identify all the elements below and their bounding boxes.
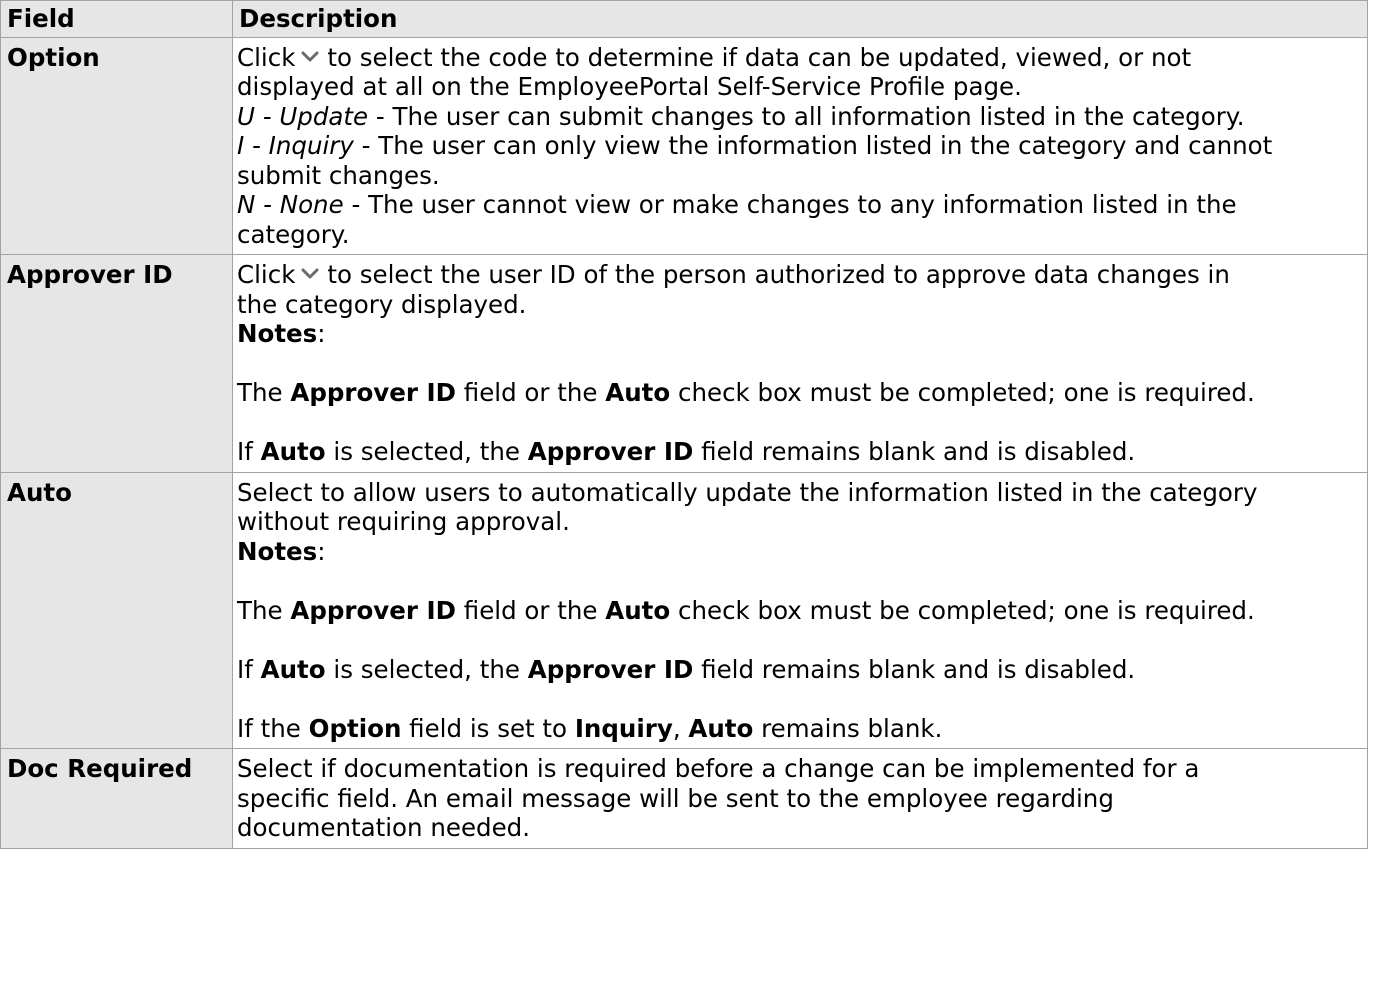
req-mid: field or the: [455, 378, 606, 407]
description-option: Click to select the code to determine if …: [232, 36, 1368, 255]
blank-if: If: [237, 437, 261, 466]
req-the: The: [237, 378, 291, 407]
doc-line1: Select if documentation is required befo…: [237, 754, 1200, 783]
description-approver-id: Click to select the user ID of the person…: [232, 254, 1368, 473]
description-auto: Select to allow users to automatically u…: [232, 471, 1368, 749]
approver-line1: to select the user ID of the person auth…: [327, 260, 1230, 289]
approver-line2: the category displayed.: [237, 289, 527, 319]
req-approver-id: Approver ID: [290, 595, 456, 625]
inquiry-end: remains blank.: [753, 713, 943, 743]
option-update-text: - The user can submit changes to all inf…: [368, 101, 1245, 131]
option-code-update: U - Update: [237, 101, 369, 131]
req-end: check box must be completed; one is requ…: [670, 595, 1255, 625]
notes-label: Notes: [237, 536, 318, 566]
inquiry-auto: Auto: [688, 713, 754, 743]
field-name-approver-id: Approver ID: [0, 254, 233, 473]
table-row: Auto Select to allow users to automatica…: [0, 471, 1368, 749]
field-name-option: Option: [0, 36, 233, 255]
blank-mid: is selected, the: [325, 654, 528, 684]
option-line1: to select the code to determine if data …: [327, 42, 1192, 72]
doc-line2: specific field. An email message will be…: [237, 783, 1114, 813]
notes-colon: :: [317, 536, 326, 566]
option-none-text2: category.: [237, 219, 350, 249]
description-doc-required: Select if documentation is required befo…: [232, 748, 1368, 849]
chevron-down-icon: [301, 51, 319, 61]
req-auto: Auto: [605, 595, 671, 625]
option-none-text: - The user cannot view or make changes t…: [343, 190, 1237, 219]
option-code-none: N - None: [237, 190, 344, 219]
inquiry-option: Option: [308, 713, 402, 743]
click-text: Click: [237, 42, 296, 72]
header-description: Description: [232, 0, 1368, 38]
table-row: Option Click to select the code to determ…: [0, 36, 1368, 255]
blank-approver-id: Approver ID: [527, 437, 694, 466]
table-row: Doc Required Select if documentation is …: [0, 748, 1368, 849]
doc-line3: documentation needed.: [237, 813, 530, 842]
req-end: check box must be completed; one is requ…: [670, 378, 1255, 407]
req-the: The: [237, 595, 291, 625]
req-mid: field or the: [455, 595, 606, 625]
click-text: Click: [237, 260, 296, 289]
inquiry-mid: field is set to: [401, 713, 575, 743]
blank-end: field remains blank and is disabled.: [693, 654, 1136, 684]
blank-auto: Auto: [260, 437, 326, 466]
inquiry-value: Inquiry: [574, 713, 673, 743]
notes-colon: :: [317, 319, 326, 348]
option-inquiry-text: - The user can only view the information…: [353, 131, 1273, 160]
blank-if: If: [237, 654, 261, 684]
field-description-table: Field Description Option Click to select …: [0, 0, 1368, 849]
header-field: Field: [0, 0, 233, 38]
inquiry-pre: If the: [237, 713, 309, 743]
option-inquiry-text2: submit changes.: [237, 160, 440, 190]
table-header-row: Field Description: [0, 0, 1368, 38]
blank-mid: is selected, the: [325, 437, 528, 466]
table-row: Approver ID Click to select the user ID o…: [0, 254, 1368, 473]
req-approver-id: Approver ID: [290, 378, 456, 407]
auto-line1: Select to allow users to automatically u…: [237, 477, 1258, 507]
auto-line2: without requiring approval.: [237, 507, 570, 536]
chevron-down-icon: [301, 268, 319, 279]
inquiry-sep: ,: [672, 713, 689, 743]
blank-end: field remains blank and is disabled.: [693, 437, 1136, 466]
field-name-doc-required: Doc Required: [0, 748, 233, 849]
req-auto: Auto: [605, 378, 671, 407]
blank-approver-id: Approver ID: [527, 654, 694, 684]
notes-label: Notes: [237, 319, 318, 348]
option-line2: displayed at all on the EmployeePortal S…: [237, 72, 1022, 101]
field-name-auto: Auto: [0, 471, 233, 749]
option-code-inquiry: I - Inquiry: [237, 131, 354, 160]
blank-auto: Auto: [260, 654, 326, 684]
